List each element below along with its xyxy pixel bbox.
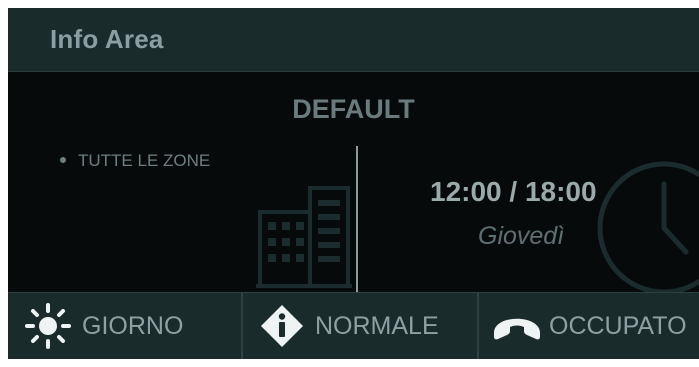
phone-handset-icon xyxy=(491,308,543,344)
schedule-day: Giovedì xyxy=(478,222,565,250)
zone-label: TUTTE LE ZONE xyxy=(78,151,211,170)
zone-list-item[interactable]: TUTTE LE ZONE xyxy=(60,151,210,171)
info-diamond-icon xyxy=(259,303,305,349)
status-operating-mode[interactable]: NORMALE xyxy=(241,293,477,359)
panel-header: Info Area xyxy=(8,8,699,72)
status-day-label: GIORNO xyxy=(82,311,184,340)
schedule-time: 12:00 / 18:00 xyxy=(430,176,597,207)
status-day-mode[interactable]: GIORNO xyxy=(8,293,241,359)
status-line-label: OCCUPATO xyxy=(549,311,687,340)
building-icon xyxy=(256,186,352,288)
profile-name: DEFAULT xyxy=(292,94,415,124)
status-line[interactable]: OCCUPATO xyxy=(477,293,699,359)
vertical-divider xyxy=(356,146,358,294)
sun-icon xyxy=(24,302,72,350)
info-area-panel: Info Area DEFAULT TUTTE LE ZONE 12:00 / … xyxy=(8,8,699,359)
bullet-dot-icon xyxy=(60,156,66,163)
status-bar: GIORNO NORMALE OCCUPATO xyxy=(8,292,699,359)
clock-icon xyxy=(597,161,699,295)
header-title: Info Area xyxy=(50,24,164,54)
status-mode-label: NORMALE xyxy=(315,311,439,340)
